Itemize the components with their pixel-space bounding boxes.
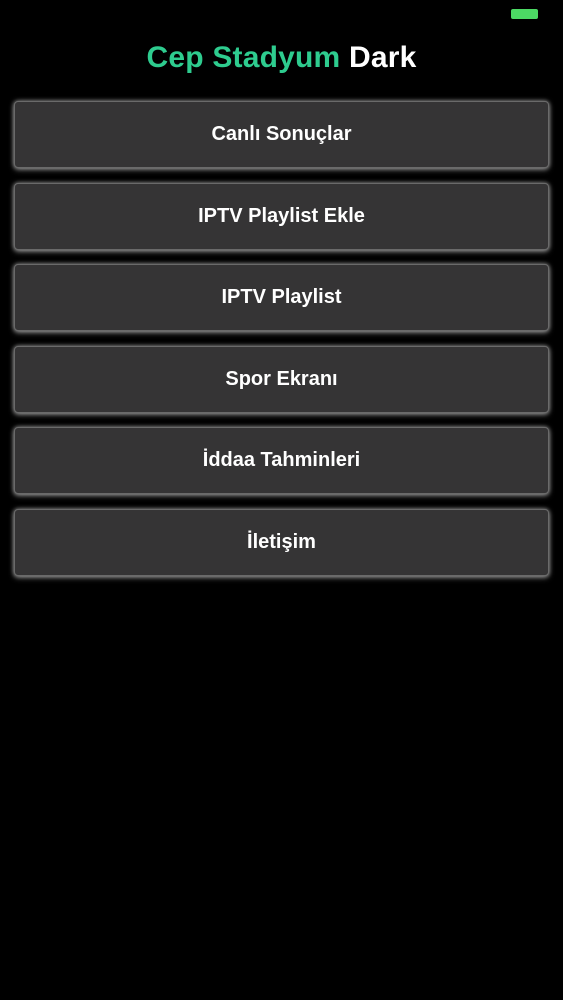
sports-screen-button[interactable]: Spor Ekranı xyxy=(14,345,549,413)
iptv-playlist-button[interactable]: IPTV Playlist xyxy=(14,264,549,332)
contact-button[interactable]: İletişim xyxy=(14,508,549,576)
add-iptv-playlist-button[interactable]: IPTV Playlist Ekle xyxy=(14,182,549,250)
battery-icon xyxy=(511,9,538,19)
betting-predictions-button[interactable]: İddaa Tahminleri xyxy=(14,427,549,495)
main-menu: Canlı Sonuçlar IPTV Playlist Ekle IPTV P… xyxy=(14,101,549,591)
page-title: Cep Stadyum Dark xyxy=(0,38,563,78)
status-bar xyxy=(0,0,563,30)
title-suffix: Dark xyxy=(348,41,417,74)
title-brand: Cep Stadyum xyxy=(146,41,341,74)
live-scores-button[interactable]: Canlı Sonuçlar xyxy=(14,101,549,168)
